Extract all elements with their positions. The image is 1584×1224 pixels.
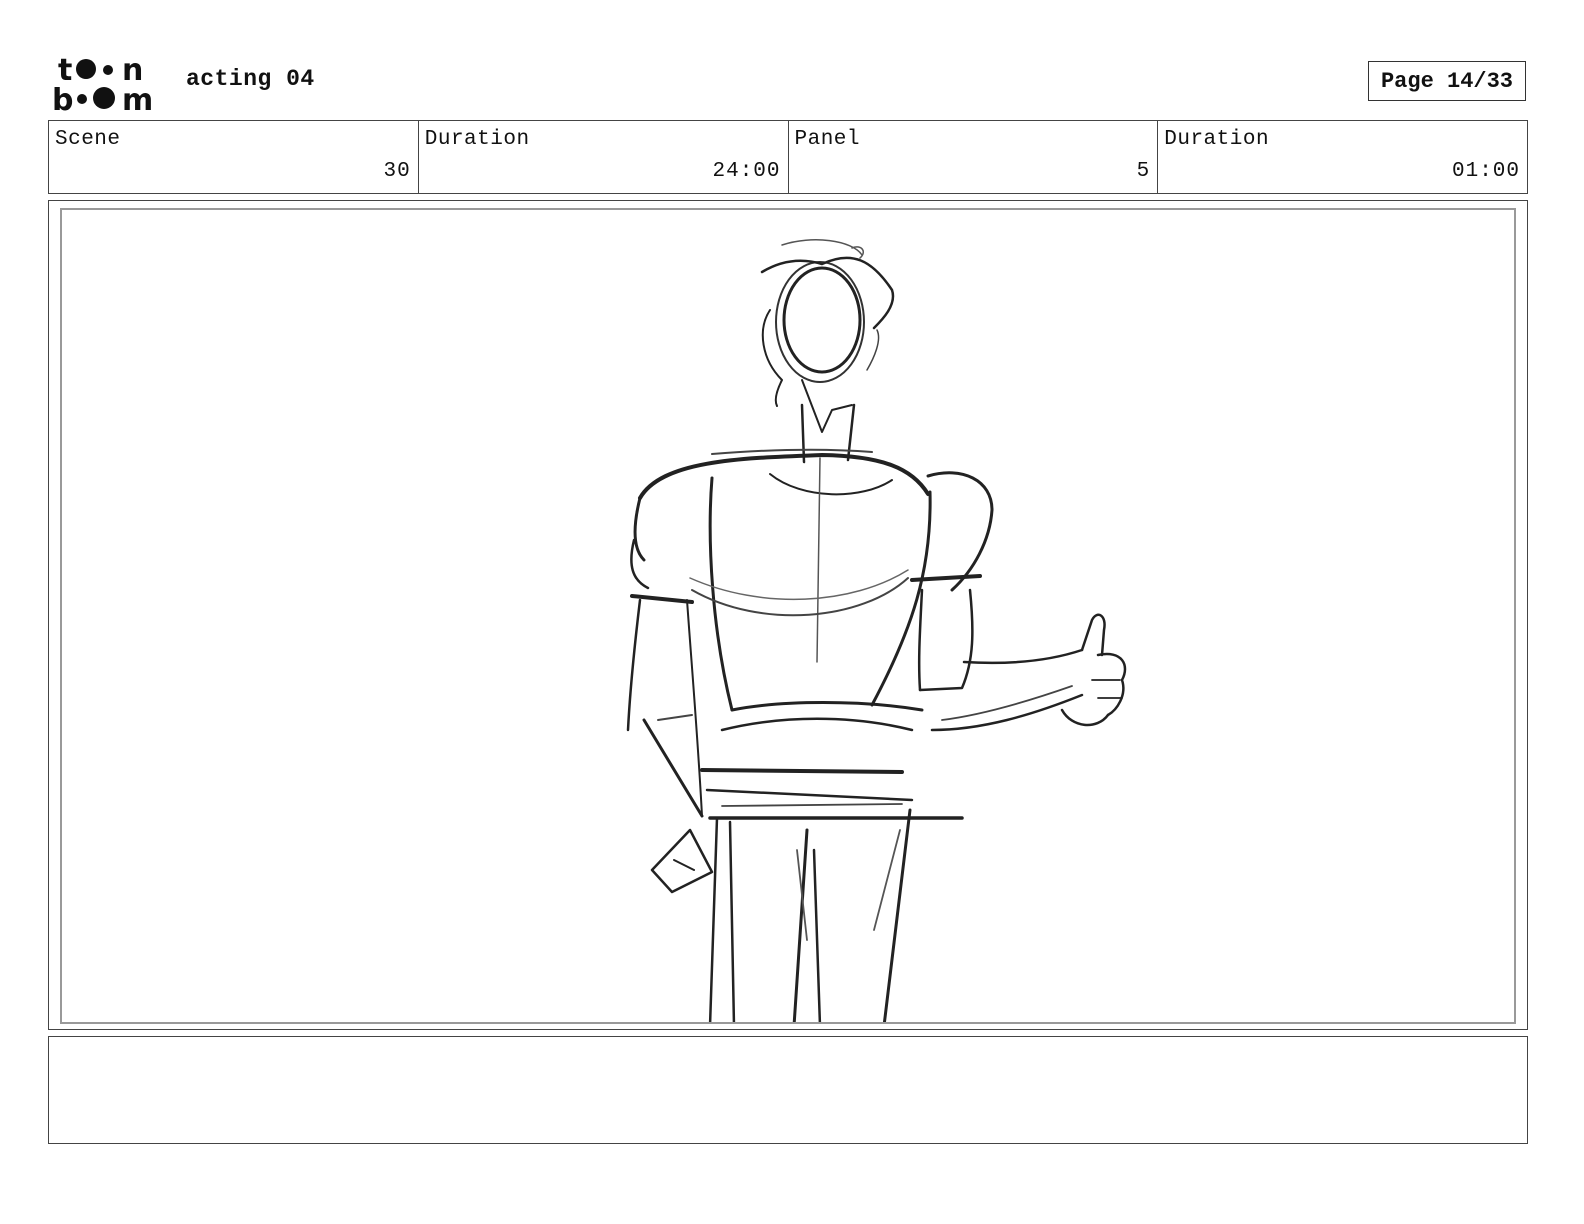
panel-cell: Panel 5 [789,121,1159,193]
scene-value: 30 [383,160,411,183]
character-sketch [626,239,1127,1022]
toon-boom-logo: t n b m [52,53,153,112]
scene-duration-label: Duration [424,128,530,151]
scene-label: Scene [55,128,121,151]
scene-duration-value: 24:00 [712,160,781,183]
page-indicator: Page 14/33 [1368,61,1526,101]
panel-image-area [60,208,1516,1024]
panel-duration-cell: Duration 01:00 [1158,121,1527,193]
svg-text:m: m [122,83,153,112]
panel-duration-value: 01:00 [1451,160,1520,183]
storyboard-title: acting 04 [186,66,315,92]
panel-value: 5 [1136,160,1151,183]
scene-cell: Scene 30 [49,121,419,193]
panel-duration-label: Duration [1164,128,1270,151]
scene-duration-cell: Duration 24:00 [419,121,789,193]
panel-info-table: Scene 30 Duration 24:00 Panel 5 Duration… [48,120,1528,194]
notes-box [48,1036,1528,1144]
svg-text:b: b [52,83,73,112]
panel-label: Panel [794,128,861,151]
